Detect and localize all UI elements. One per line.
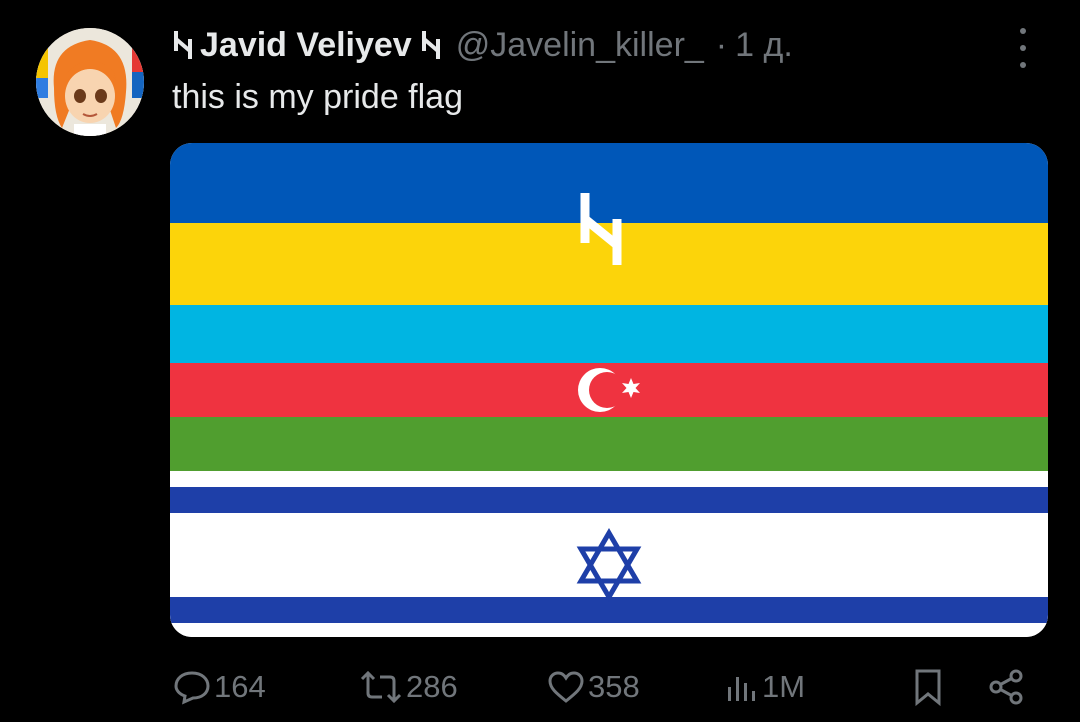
user-handle[interactable]: @Javelin_killer_ <box>456 26 704 65</box>
heart-icon <box>548 671 584 703</box>
separator-dot: · <box>715 25 728 64</box>
more-options-icon[interactable] <box>1012 28 1034 68</box>
views-button[interactable]: 1M <box>724 662 805 712</box>
post-text: this is my pride flag <box>172 78 463 116</box>
repost-button[interactable]: 286 <box>358 662 458 712</box>
share-icon <box>989 669 1023 705</box>
reply-icon <box>174 671 210 705</box>
views-count: 1M <box>762 669 806 704</box>
post-header: Javid Veliyev @Javelin_killer_ · 1 д. <box>172 22 793 68</box>
bookmark-button[interactable] <box>910 662 946 712</box>
post-timestamp[interactable]: 1 д. <box>735 26 793 65</box>
repost-icon <box>360 670 402 704</box>
avatar[interactable] <box>36 28 144 136</box>
reply-button[interactable]: 164 <box>172 662 266 712</box>
repost-count: 286 <box>406 669 458 704</box>
action-bar: 164 286 358 1M <box>172 662 1032 712</box>
like-count: 358 <box>588 669 640 704</box>
reply-count: 164 <box>214 669 266 704</box>
post-image[interactable] <box>170 143 1048 637</box>
like-button[interactable]: 358 <box>546 662 640 712</box>
share-button[interactable] <box>986 662 1026 712</box>
bookmark-icon <box>915 669 941 707</box>
display-name[interactable]: Javid Veliyev <box>200 26 412 65</box>
views-icon <box>728 677 755 701</box>
wolfsangel-icon <box>421 31 440 59</box>
wolfsangel-icon <box>174 31 192 59</box>
